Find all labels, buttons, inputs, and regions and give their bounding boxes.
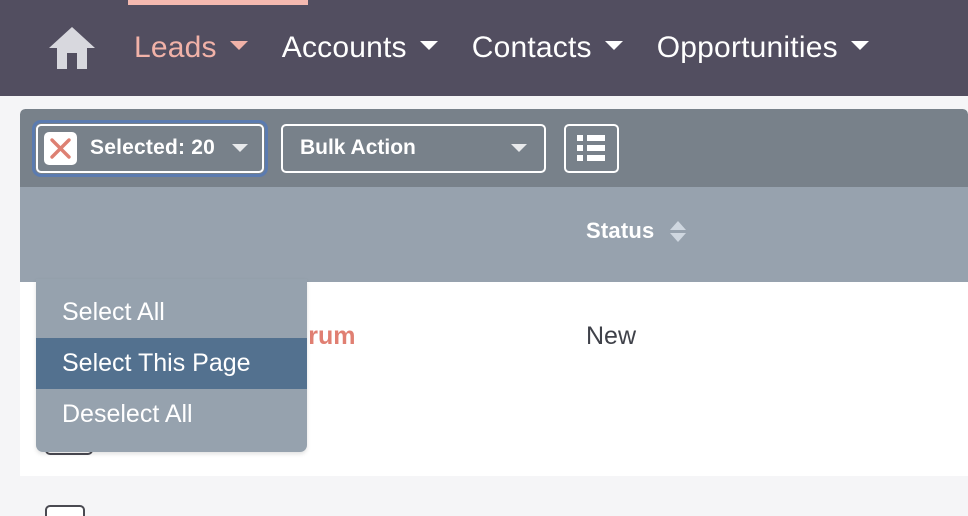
selected-count-dropdown-button[interactable]: Selected: 20 (32, 119, 268, 177)
chevron-down-icon (229, 41, 248, 50)
nav-item-contacts[interactable]: Contacts (472, 31, 623, 65)
menu-item-select-this-page[interactable]: Select This Page (36, 338, 307, 389)
list-view-toggle-button[interactable] (563, 123, 619, 173)
chevron-down-icon (419, 41, 438, 50)
chevron-down-icon (604, 41, 623, 50)
selected-count-label: Selected: 20 (90, 136, 215, 159)
selection-dropdown-menu: Select All Select This Page Deselect All (36, 279, 307, 452)
home-icon[interactable] (44, 22, 100, 74)
nav-item-opportunities[interactable]: Opportunities (657, 31, 869, 65)
nav-item-leads[interactable]: Leads (134, 31, 248, 65)
menu-item-label: Deselect All (62, 400, 193, 428)
chevron-down-icon (510, 144, 527, 152)
nav-item-label: Opportunities (656, 31, 838, 64)
sort-arrows-icon[interactable] (670, 220, 687, 242)
column-header-label: Status (586, 218, 655, 243)
menu-item-label: Select All (62, 298, 165, 326)
x-mark-icon (44, 131, 77, 165)
chevron-down-icon (231, 144, 248, 152)
nav-item-label: Accounts (281, 31, 407, 64)
menu-item-select-all[interactable]: Select All (36, 287, 307, 338)
lead-status-value: New (586, 322, 637, 350)
leads-page: Leads Accounts Contacts Opportunities LE… (0, 0, 968, 516)
nav-item-label: Leads (134, 31, 217, 64)
bulk-action-label: Bulk Action (299, 136, 416, 159)
menu-item-deselect-all[interactable]: Deselect All (36, 389, 307, 440)
nav-item-accounts[interactable]: Accounts (282, 31, 438, 65)
chevron-down-icon (850, 41, 869, 50)
table-header-row: Status (20, 187, 968, 282)
menu-item-label: Select This Page (62, 349, 251, 377)
nav-item-label: Contacts (471, 31, 592, 64)
column-header-status[interactable]: Status (586, 218, 687, 244)
bulk-action-dropdown-button[interactable]: Bulk Action (280, 123, 546, 173)
list-view-icon (577, 135, 606, 161)
row-select-checkbox[interactable] (45, 505, 85, 516)
table-toolbar: Selected: 20 Bulk Action (20, 109, 968, 187)
top-navigation-bar: Leads Accounts Contacts Opportunities (0, 0, 968, 96)
